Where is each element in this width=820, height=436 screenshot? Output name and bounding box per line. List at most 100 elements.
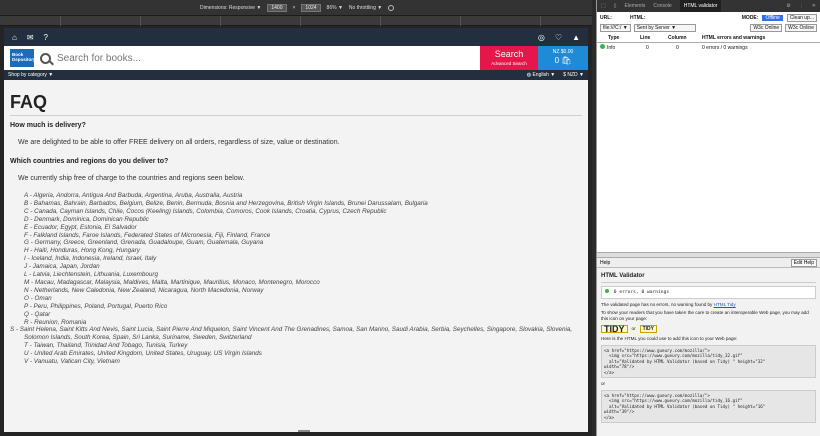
edit-help-button[interactable]: Edit Help <box>790 258 817 267</box>
currency-selector[interactable]: $ NZD ▼ <box>563 72 584 78</box>
mode-offline-button[interactable]: Offline <box>762 15 783 21</box>
device-toolbar: Dimensions: Responsive ▼ 1400 × 1024 86%… <box>0 0 592 16</box>
validator-panel: URL: HTML: MODE: Offline Clean up... fil… <box>597 12 820 252</box>
desc1-text: The validated page has no errors, no war… <box>601 302 713 307</box>
country-list-item: L - Latvia, Liechtenstein, Lithuania, Lu… <box>24 271 158 279</box>
rotate-icon[interactable] <box>388 5 395 11</box>
country-list-item: A - Algeria, Andorra, Antigua And Barbud… <box>24 192 243 199</box>
code-snippet-large: <a href="https://www.gueury.com/mozilla/… <box>601 345 816 379</box>
heart-icon[interactable]: ♡ <box>555 33 562 42</box>
country-list-item: G - Germany, Greece, Greenland, Grenada,… <box>24 239 264 247</box>
logo-line2: Depository <box>12 57 36 62</box>
results-row[interactable]: Info 0 0 0 errors / 0 warnings <box>597 43 820 52</box>
language-selector[interactable]: ◍ English ▼ <box>527 72 556 78</box>
help-desc2: To show your readers that you have taken… <box>601 310 809 321</box>
dimension-separator: × <box>292 5 296 11</box>
width-input[interactable]: 1400 <box>267 4 287 12</box>
throttling-dropdown[interactable]: No throttling ▼ <box>349 5 382 11</box>
url-select[interactable]: file:///C:/ ▼ <box>600 24 631 32</box>
search-icon <box>40 52 51 64</box>
web-page: ⌂ ✉ ? ◎ ♡ ▲ Book Depository Search for b… <box>4 28 588 432</box>
search-button-label: Search <box>494 49 524 59</box>
country-list: A - Algeria, Andorra, Antigua And Barbud… <box>10 192 582 366</box>
faq-question-delivery: How much is delivery? <box>10 122 86 129</box>
tidy-small-icon: TIDY <box>639 325 657 333</box>
basket-total: NZ $0.00 <box>552 49 574 55</box>
faq-answer-delivery: We are delighted to be able to offer FRE… <box>18 139 340 146</box>
country-list-item: I - Iceland, India, Indonesia, Ireland, … <box>24 255 157 263</box>
html-tidy-link[interactable]: HTML Tidy <box>714 302 736 307</box>
advanced-search-link[interactable]: Advanced Search <box>480 61 538 66</box>
country-list-item: B - Bahamas, Bahrain, Barbados, Belgium,… <box>24 199 428 207</box>
tab-html-validator[interactable]: HTML validator <box>679 0 722 12</box>
home-icon[interactable]: ⌂ <box>12 33 17 42</box>
search-input[interactable] <box>57 52 357 64</box>
col-html-errors: HTML errors and warnings <box>702 35 766 41</box>
w3c-online-button-1[interactable]: W3c Online <box>750 24 783 32</box>
search-bar: Book Depository Search Advanced Search N… <box>4 46 588 70</box>
country-list-item: U - United Arab Emirates, United Kingdom… <box>24 350 262 358</box>
emulated-viewport-area: Dimensions: Responsive ▼ 1400 × 1024 86%… <box>0 0 592 436</box>
code-or: or <box>601 381 606 387</box>
html-label: HTML: <box>629 15 646 21</box>
country-list-item: O - Oman <box>24 294 52 302</box>
devtools-panel: ⬚ ▯ Elements Console HTML validator ⚙ ⋮ … <box>596 0 820 436</box>
country-list-item: R - Reunion, Romania <box>24 318 87 326</box>
basket-icon: 🛍 <box>561 56 572 65</box>
row-column: 0 <box>676 44 679 51</box>
country-list-item: M - Macau, Madagascar, Malaysia, Maldive… <box>24 278 320 286</box>
inspect-icon[interactable]: ⬚ <box>601 3 606 9</box>
compass-icon[interactable]: ◎ <box>538 33 545 42</box>
country-list-item: H - Haiti, Honduras, Hong Kong, Hungary <box>24 247 140 255</box>
more-icon[interactable]: ⋮ <box>799 3 804 9</box>
media-query-ruler <box>0 16 592 26</box>
settings-icon[interactable]: ⚙ <box>786 3 790 9</box>
help-label: Help <box>600 259 611 266</box>
basket-count: 0 <box>554 56 560 65</box>
tidy-icons: TIDY or TIDY <box>601 325 816 334</box>
mode-label: MODE: <box>741 15 759 21</box>
mail-icon[interactable]: ✉ <box>27 33 34 42</box>
basket-button[interactable]: NZ $0.00 0 🛍 <box>538 46 588 70</box>
country-list-item: S - Saint Helena, Saint Kitts And Nevis,… <box>10 326 573 342</box>
help-body: HTML Validator 0 errors, 0 warnings The … <box>597 268 820 429</box>
language-label: English ▼ <box>532 72 556 78</box>
clean-up-button[interactable]: Clean up... <box>786 14 817 22</box>
globe-icon: ◍ <box>526 72 532 78</box>
zoom-dropdown[interactable]: 86% ▼ <box>327 5 343 11</box>
help-header: Help Edit Help <box>597 258 820 268</box>
help-desc1: The validated page has no errors, no war… <box>601 302 816 308</box>
tidy-large-icon: TIDY <box>601 325 628 334</box>
country-list-item: T - Taiwan, Thailand, Trinidad And Tobag… <box>24 342 188 350</box>
url-label: URL: <box>600 15 612 21</box>
status-text: 0 errors, 0 warnings <box>613 290 670 295</box>
device-icon[interactable]: ▯ <box>614 3 617 9</box>
shop-by-category[interactable]: Shop by category ▼ <box>8 72 53 78</box>
country-list-item: F - Falkland Islands, Faroe Islands, Fed… <box>24 231 271 239</box>
help-desc3: Here is the HTML you could use to add th… <box>601 336 738 341</box>
code-snippet-small: <a href="https://www.gueury.com/mozilla/… <box>601 390 816 424</box>
help-icon[interactable]: ? <box>44 33 48 42</box>
book-depository-logo[interactable]: Book Depository <box>10 49 36 67</box>
height-input[interactable]: 1024 <box>301 4 321 12</box>
user-icon[interactable]: ▲ <box>572 33 580 42</box>
country-list-item: Q - Qatar <box>24 310 51 318</box>
html-source-select[interactable]: Sent by Server ▼ <box>633 24 696 32</box>
search-button[interactable]: Search Advanced Search <box>480 46 538 70</box>
col-line: Line <box>640 35 651 41</box>
row-message: 0 errors / 0 warnings <box>702 44 748 51</box>
store-top-bar: ⌂ ✉ ? ◎ ♡ ▲ <box>4 28 588 46</box>
w3c-online-button-2[interactable]: W3c Online <box>785 24 817 32</box>
country-list-item: C - Canada, Cayman Islands, Chile, Cocos… <box>24 207 387 215</box>
close-icon[interactable]: ✕ <box>812 3 816 9</box>
dimensions-dropdown[interactable]: Dimensions: Responsive ▼ <box>200 5 261 11</box>
col-type: Type <box>608 35 620 41</box>
faq-question-countries: Which countries and regions do you deliv… <box>10 158 169 165</box>
country-list-item: J - Jamaica, Japan, Jordan <box>24 263 100 271</box>
tab-elements[interactable]: Elements <box>625 3 646 9</box>
tab-console[interactable]: Console <box>653 3 671 9</box>
country-list-item: N - Netherlands, New Caledonia, New Zeal… <box>24 286 264 294</box>
ok-status-icon <box>600 44 605 49</box>
page-title: FAQ <box>10 92 582 116</box>
resize-handle[interactable] <box>298 430 310 432</box>
